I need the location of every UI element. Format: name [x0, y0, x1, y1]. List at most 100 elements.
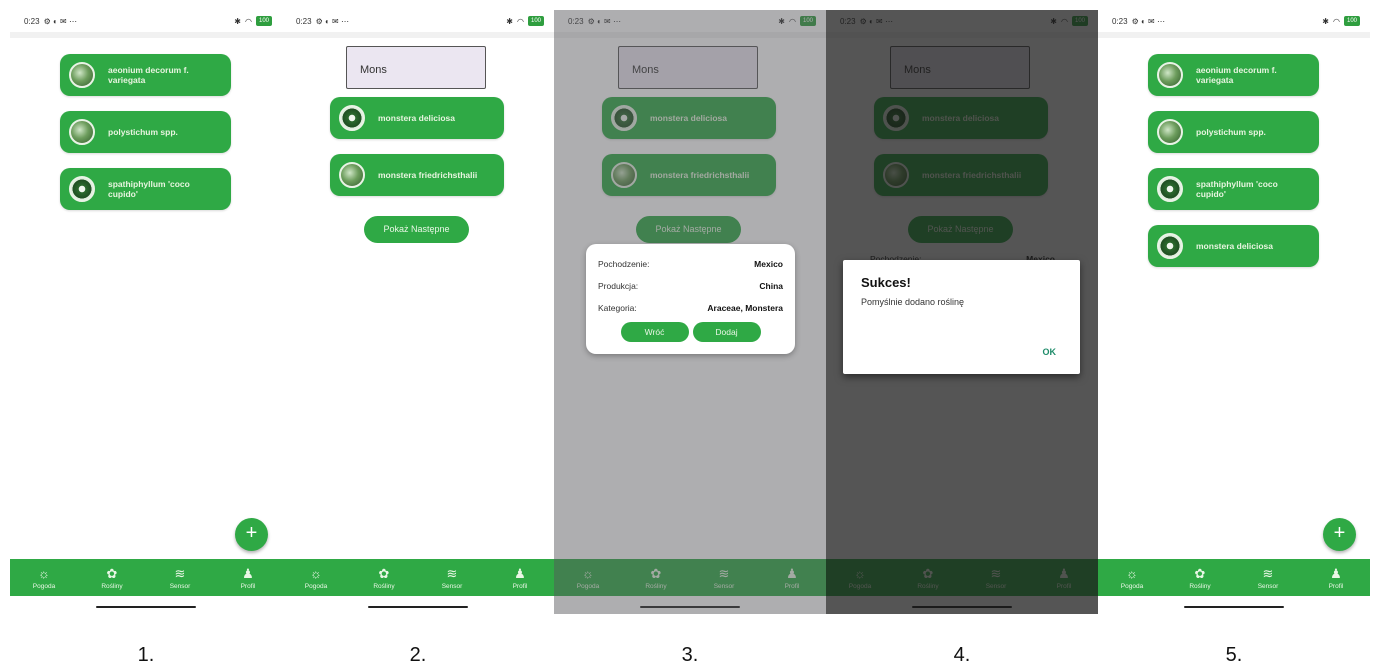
- status-time: 0:23: [296, 16, 312, 26]
- status-bar: 0:23 ⚙ ◐ ✉ ⋯ ✱ ◠ 100: [554, 10, 826, 38]
- sun-icon: ☼: [1126, 565, 1138, 581]
- home-indicator[interactable]: [640, 606, 740, 608]
- nav-profil[interactable]: ♟ Profil: [223, 566, 273, 590]
- nav-label: Sensor: [985, 582, 1007, 590]
- user-icon: ♟: [786, 565, 798, 581]
- nav-pogoda[interactable]: ☼ Pogoda: [835, 566, 885, 590]
- screen-4: 0:23 ⚙ ◐ ✉ ⋯ ✱ ◠ 100 Mons monstera delicios…: [826, 10, 1098, 614]
- back-button[interactable]: Wróć: [620, 322, 689, 342]
- nav-rosliny[interactable]: ✿ Rośliny: [87, 566, 137, 590]
- nav-pogoda[interactable]: ☼ Pogoda: [1107, 566, 1157, 590]
- search-result-card[interactable]: monstera deliciosa: [874, 97, 1048, 139]
- plant-card[interactable]: polystichum spp.: [60, 111, 231, 153]
- nav-pogoda[interactable]: ☼ Pogoda: [19, 566, 69, 590]
- battery-icon: 100: [1071, 16, 1088, 26]
- nav-rosliny[interactable]: ✿ Rośliny: [359, 566, 409, 590]
- search-result-card[interactable]: monstera friedrichsthalii: [330, 154, 504, 196]
- step-label-2: 2.: [409, 644, 427, 666]
- home-indicator[interactable]: [912, 606, 1012, 608]
- plant-card[interactable]: spathiphyllum 'coco cupido': [1148, 168, 1319, 210]
- user-icon: ♟: [242, 565, 254, 581]
- detail-key: Kategoria:: [598, 303, 637, 313]
- bluetooth-icon: ✱: [506, 16, 513, 26]
- sun-icon: ☼: [38, 565, 50, 581]
- battery-icon: 100: [255, 16, 272, 26]
- search-input[interactable]: Mons: [618, 46, 758, 89]
- plant-thumbnail: [339, 105, 365, 131]
- nav-pogoda[interactable]: ☼ Pogoda: [563, 566, 613, 590]
- nav-label: Pogoda: [304, 582, 328, 590]
- nav-profil[interactable]: ♟ Profil: [1039, 566, 1089, 590]
- status-time: 0:23: [568, 16, 584, 26]
- plant-icon: ✿: [378, 565, 390, 581]
- screen-2: 0:23 ⚙ ◐ ✉ ⋯ ✱ ◠ 100 Mons monstera delicios…: [282, 10, 554, 614]
- search-result-card[interactable]: monstera deliciosa: [602, 97, 776, 139]
- nav-sensor[interactable]: ≋ Sensor: [1243, 566, 1293, 590]
- plant-card[interactable]: monstera deliciosa: [1148, 225, 1319, 267]
- nav-label: Sensor: [1257, 582, 1279, 590]
- show-more-button[interactable]: Pokaż Następne: [636, 216, 741, 243]
- nav-label: Pogoda: [576, 582, 600, 590]
- search-input[interactable]: Mons: [890, 46, 1030, 89]
- status-bar: 0:23 ⚙ ◐ ✉ ⋯ ✱ ◠ 100: [282, 10, 554, 38]
- add-plant-button[interactable]: +: [235, 518, 268, 551]
- wifi-status-icon: ◠: [1061, 16, 1068, 26]
- home-indicator[interactable]: [1184, 606, 1284, 608]
- status-icons: ⚙ ◐ ✉ ⋯: [43, 16, 77, 26]
- plant-card[interactable]: spathiphyllum 'coco cupido': [60, 168, 231, 210]
- bluetooth-icon: ✱: [1050, 16, 1057, 26]
- plant-thumbnail: [1157, 119, 1183, 145]
- home-indicator[interactable]: [96, 606, 196, 608]
- nav-pogoda[interactable]: ☼ Pogoda: [291, 566, 341, 590]
- nav-profil[interactable]: ♟ Profil: [1311, 566, 1361, 590]
- nav-rosliny[interactable]: ✿ Rośliny: [903, 566, 953, 590]
- nav-label: Profil: [784, 582, 800, 590]
- nav-sensor[interactable]: ≋ Sensor: [155, 566, 205, 590]
- plant-thumbnail: [611, 105, 637, 131]
- plant-name: aeonium decorum f. variegata: [108, 65, 189, 85]
- nav-sensor[interactable]: ≋ Sensor: [699, 566, 749, 590]
- plant-name: monstera deliciosa: [650, 113, 728, 123]
- status-icons: ⚙ ◐ ✉ ⋯: [315, 16, 349, 26]
- plant-thumbnail: [611, 162, 637, 188]
- nav-rosliny[interactable]: ✿ Rośliny: [1175, 566, 1225, 590]
- nav-rosliny[interactable]: ✿ Rośliny: [631, 566, 681, 590]
- nav-label: Rośliny: [373, 582, 395, 590]
- plant-name: monstera deliciosa: [378, 113, 456, 123]
- screen-1: 0:23 ⚙ ◐ ✉ ⋯ ✱ ◠ 100 aeonium decorum f. var…: [10, 10, 282, 614]
- screen-3: 0:23 ⚙ ◐ ✉ ⋯ ✱ ◠ 100 Mons monstera delicios…: [554, 10, 826, 614]
- nav-profil[interactable]: ♟ Profil: [767, 566, 817, 590]
- add-plant-button[interactable]: +: [1323, 518, 1356, 551]
- plant-thumbnail: [1157, 233, 1183, 259]
- search-result-card[interactable]: monstera friedrichsthalii: [602, 154, 776, 196]
- user-icon: ♟: [514, 565, 526, 581]
- plant-name: polystichum spp.: [1196, 127, 1266, 137]
- nav-sensor[interactable]: ≋ Sensor: [971, 566, 1021, 590]
- plant-card[interactable]: aeonium decorum f. variegata: [60, 54, 231, 96]
- plant-thumbnail: [883, 105, 909, 131]
- plant-details-popup: Pochodzenie: Mexico Produkcja: China Kateg…: [586, 244, 795, 354]
- user-icon: ♟: [1058, 565, 1070, 581]
- nav-label: Pogoda: [848, 582, 872, 590]
- add-button[interactable]: Dodaj: [692, 322, 761, 342]
- wifi-status-icon: ◠: [789, 16, 796, 26]
- search-result-card[interactable]: monstera friedrichsthalii: [874, 154, 1048, 196]
- nav-sensor[interactable]: ≋ Sensor: [427, 566, 477, 590]
- show-more-button[interactable]: Pokaż Następne: [908, 216, 1013, 243]
- plant-name: spathiphyllum 'coco cupido': [1196, 179, 1278, 199]
- search-input[interactable]: Mons: [346, 46, 486, 89]
- nav-profil[interactable]: ♟ Profil: [495, 566, 545, 590]
- show-more-button[interactable]: Pokaż Następne: [364, 216, 469, 243]
- home-indicator[interactable]: [368, 606, 468, 608]
- plant-card[interactable]: aeonium decorum f. variegata: [1148, 54, 1319, 96]
- ok-button[interactable]: OK: [1043, 347, 1057, 357]
- search-result-card[interactable]: monstera deliciosa: [330, 97, 504, 139]
- wifi-status-icon: ◠: [517, 16, 524, 26]
- status-icons: ⚙ ◐ ✉ ⋯: [859, 16, 893, 26]
- status-bar: 0:23 ⚙ ◐ ✉ ⋯ ✱ ◠ 100: [1098, 10, 1370, 38]
- plant-icon: ✿: [1194, 565, 1206, 581]
- plant-thumbnail: [1157, 176, 1183, 202]
- bottom-nav: ☼ Pogoda ✿ Rośliny ≋ Sensor ♟ Profil: [1098, 559, 1370, 596]
- plant-card[interactable]: polystichum spp.: [1148, 111, 1319, 153]
- nav-label: Profil: [1328, 582, 1344, 590]
